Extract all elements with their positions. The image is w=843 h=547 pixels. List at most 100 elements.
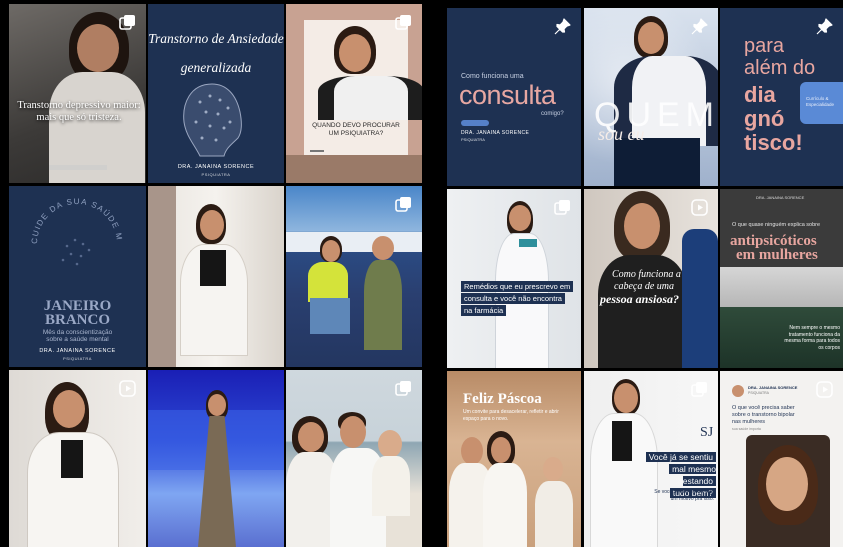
- pin-icon: [554, 18, 571, 35]
- big-text: consulta: [459, 80, 556, 110]
- photo-top: [61, 440, 83, 478]
- man-face: [461, 437, 483, 465]
- child-face: [543, 457, 563, 481]
- post-title: Feliz Páscoa: [463, 391, 542, 407]
- post-photo-family-aviator[interactable]: [286, 186, 422, 367]
- child-face: [372, 236, 394, 260]
- post-anxious-mind[interactable]: Como funciona a cabeça de uma pessoa ans…: [584, 189, 718, 368]
- photo-face: [614, 383, 638, 413]
- carousel-icon: [691, 381, 708, 398]
- post-title-line2: generalizada: [180, 60, 252, 75]
- post-how-consultation-works[interactable]: Como funciona uma consulta comigo? DRA. …: [447, 8, 581, 186]
- carousel-icon: [554, 199, 571, 216]
- child-body: [372, 456, 410, 516]
- post-sub: Um convite para desacelerar, refletir e …: [463, 409, 559, 422]
- photo-face: [766, 457, 808, 511]
- photo-face: [638, 22, 664, 54]
- monogram: SJ: [700, 425, 714, 440]
- signature: DRA. JANAINA SORENCE: [756, 195, 805, 200]
- body-text: Nem sempre o mesmo tratamento funciona d…: [784, 325, 840, 351]
- reel-icon: [816, 381, 833, 398]
- text-line3: pessoa ansiosa?: [600, 292, 680, 306]
- photo-face: [322, 240, 340, 262]
- post-text: Remédios que eu prescrevo em consulta e …: [461, 281, 574, 317]
- woman-body: [483, 463, 527, 547]
- signature-sub: PSIQUIATRA: [63, 356, 92, 361]
- carousel-icon: [395, 380, 412, 397]
- signature: DRA. JANAINA SORENCE: [177, 164, 255, 170]
- photo-doorframe: [148, 186, 176, 367]
- signature-sub: PSIQUIATRA: [461, 137, 485, 142]
- author-sub: PSIQUIATRA: [748, 391, 769, 395]
- text-line5: tisco!: [744, 130, 803, 155]
- signature: DRA. JANAINA SORENCE: [39, 348, 116, 354]
- svg-text:CUIDE DA SUA SAÚDE MENTAL: CUIDE DA SUA SAÚDE MENTAL: [27, 194, 124, 244]
- post-photo-pose[interactable]: [9, 370, 146, 547]
- text-line2: cabeça de uma: [614, 281, 674, 292]
- author-name: DRA. JANAINA SORENCE: [748, 385, 798, 390]
- campaign-sub: Mês da conscientização sobre a saúde men…: [42, 329, 113, 343]
- photo-face: [509, 205, 531, 231]
- signature-sub: PSIQUIATRA: [201, 172, 231, 177]
- text-line1: para: [744, 35, 785, 57]
- photo-jeans: [310, 298, 350, 334]
- post-who-am-i[interactable]: QUEM sou eu: [584, 8, 718, 186]
- reel-icon: [691, 199, 708, 216]
- foot-text: sua saúde importa: [732, 427, 761, 431]
- text-line1: Você já se sentiu: [645, 452, 716, 462]
- post-photo-event-dress[interactable]: [148, 370, 284, 547]
- post-photo-beach-family[interactable]: [286, 370, 422, 547]
- photo-bottle: [682, 229, 718, 368]
- post-anxiety-disorder[interactable]: Transtorno de Ansiedade generalizada DRA…: [148, 4, 284, 183]
- post-bipolar-women[interactable]: DRA. JANAINA SORENCE PSIQUIATRA O que vo…: [720, 371, 843, 547]
- post-text-label: Remédios que eu prescrevo em consulta e …: [461, 281, 574, 316]
- pin-icon: [691, 18, 708, 35]
- signature-bar: [49, 165, 107, 170]
- text-line2: além do: [744, 57, 816, 79]
- post-feeling-bad[interactable]: SJ Você já se sentiu mal mesmo estando t…: [584, 371, 718, 547]
- photo-pants: [614, 138, 700, 186]
- badge-text: Currículo & Especialidade: [806, 96, 835, 107]
- post-question: QUANDO DEVO PROCURAR UM PSIQUIATRA?: [312, 122, 400, 137]
- photo-face: [77, 24, 119, 72]
- photo-face: [624, 203, 660, 249]
- post-antipsychotics-women[interactable]: DRA. JANAINA SORENCE O que quase ninguém…: [720, 189, 843, 368]
- ring-text-graphic: CUIDE DA SUA SAÚDE MENTAL: [27, 194, 124, 266]
- text-line1: O que você precisa saber: [732, 405, 795, 411]
- child-face: [378, 430, 402, 458]
- text-line1: Como funciona a: [612, 269, 681, 280]
- reel-icon: [119, 380, 136, 397]
- photo-floor: [286, 155, 422, 183]
- text-line3: nas mulheres: [732, 419, 766, 425]
- child-body: [364, 260, 402, 350]
- divider: [310, 150, 324, 152]
- text-line2: sobre o transtorno bipolar: [732, 412, 795, 418]
- post-janeiro-branco[interactable]: CUIDE DA SUA SAÚDE MENTAL JANEIRO BRANCO…: [9, 186, 146, 367]
- post-headline: Transtorno depressivo maior: mais que só…: [17, 100, 141, 123]
- post-when-see-psychiatrist[interactable]: QUANDO DEVO PROCURAR UM PSIQUIATRA?: [286, 4, 422, 183]
- child-body: [535, 481, 573, 547]
- photo-face: [298, 422, 324, 452]
- photo-body: [308, 262, 348, 302]
- carousel-icon: [119, 14, 136, 31]
- post-depressive-disorder[interactable]: Transtorno depressivo maior: mais que só…: [9, 4, 146, 183]
- post-beyond-diagnosis[interactable]: para além do dia gnó tisco! Currículo & …: [720, 8, 843, 186]
- photo-tent: [286, 232, 422, 252]
- campaign-line2: BRANCO: [44, 312, 110, 328]
- text-line2: mal mesmo estando: [669, 464, 716, 486]
- post-photo-white-suit[interactable]: [148, 186, 284, 367]
- woman-face: [491, 437, 511, 463]
- post-title-line1: Transtorno de Ansiedade: [148, 31, 284, 46]
- intro-text: O que quase ninguém explica sobre: [732, 222, 821, 228]
- ring-text: CUIDE DA SUA SAÚDE MENTAL: [27, 194, 123, 244]
- intro-text: Como funciona uma: [461, 73, 524, 80]
- right-profile-grid: Como funciona uma consulta comigo? DRA. …: [437, 0, 843, 547]
- post-happy-easter[interactable]: Feliz Páscoa Um convite para desacelerar…: [447, 371, 581, 547]
- photo-face: [200, 210, 224, 240]
- text-line4: gnó: [744, 106, 785, 131]
- post-prescribed-medicines[interactable]: Remédios que eu prescrevo em consulta e …: [447, 189, 581, 368]
- sub-text: sou eu: [598, 124, 645, 144]
- signature: DRA. JANAINA SORENCE: [461, 130, 530, 136]
- left-profile-grid: Transtorno depressivo maior: mais que só…: [0, 0, 426, 547]
- photo-top: [612, 421, 632, 461]
